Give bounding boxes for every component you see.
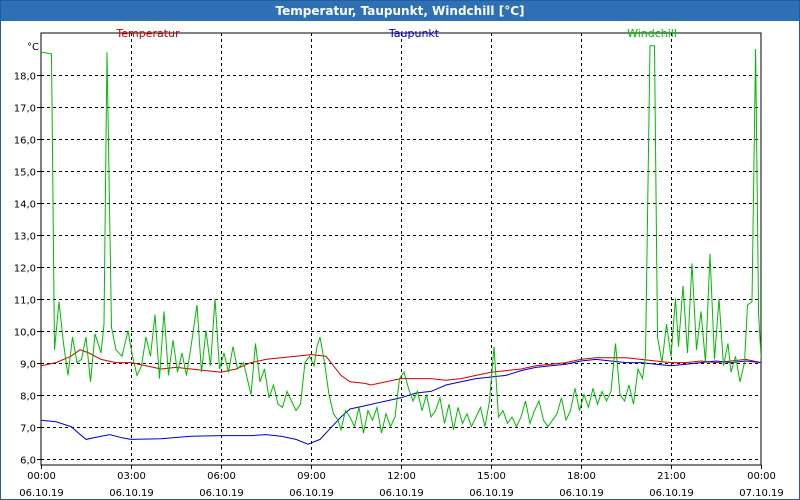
y-axis-label: °C xyxy=(27,42,39,53)
x-tick-time: 03:00 xyxy=(117,471,146,482)
y-tick-label: 12,0 xyxy=(14,264,36,275)
x-tick-date: 06.10.19 xyxy=(199,488,244,499)
y-tick-label: 17,0 xyxy=(14,104,36,115)
x-tick-time: 09:00 xyxy=(297,471,326,482)
legend-windchill: Windchill xyxy=(627,27,677,40)
x-tick-date: 06.10.19 xyxy=(289,488,334,499)
x-tick-date: 06.10.19 xyxy=(649,488,694,499)
line-chart: °C 18,0 17,0 16,0 15,0 14,0 13,0 12,0 11,0 10,0 9… xyxy=(14,27,784,499)
y-tick-label: 14,0 xyxy=(14,200,36,211)
y-tick-label: 16,0 xyxy=(14,136,36,147)
y-tick-label: 7,0 xyxy=(20,424,36,435)
x-tick-time: 00:00 xyxy=(27,471,56,482)
x-tick-date: 06.10.19 xyxy=(559,488,604,499)
x-tick-date: 06.10.19 xyxy=(19,488,64,499)
legend-temperatur: Temperatur xyxy=(115,27,180,40)
x-tick-date: 06.10.19 xyxy=(469,488,514,499)
x-tick-date: 06.10.19 xyxy=(109,488,154,499)
y-tick-label: 10,0 xyxy=(14,328,36,339)
y-tick-label: 11,0 xyxy=(14,296,36,307)
window-title: Temperatur, Taupunkt, Windchill [°C] xyxy=(1,1,799,21)
legend-taupunkt: Taupunkt xyxy=(388,27,440,40)
x-tick-time: 18:00 xyxy=(567,471,596,482)
x-tick-time: 00:00 xyxy=(747,471,776,482)
y-tick-label: 13,0 xyxy=(14,232,36,243)
grid xyxy=(40,32,762,466)
x-tick-time: 12:00 xyxy=(387,471,416,482)
y-tick-label: 6,0 xyxy=(20,456,36,467)
chart-window: Temperatur, Taupunkt, Windchill [°C] °C … xyxy=(0,0,800,500)
x-tick-date: 07.10.19 xyxy=(739,488,784,499)
y-tick-label: 15,0 xyxy=(14,168,36,179)
y-tick-label: 9,0 xyxy=(20,360,36,371)
x-tick-date: 06.10.19 xyxy=(379,488,424,499)
y-tick-label: 18,0 xyxy=(14,72,36,83)
x-tick-time: 15:00 xyxy=(477,471,506,482)
x-tick-time: 21:00 xyxy=(657,471,686,482)
y-tick-label: 8,0 xyxy=(20,392,36,403)
x-tick-time: 06:00 xyxy=(207,471,236,482)
